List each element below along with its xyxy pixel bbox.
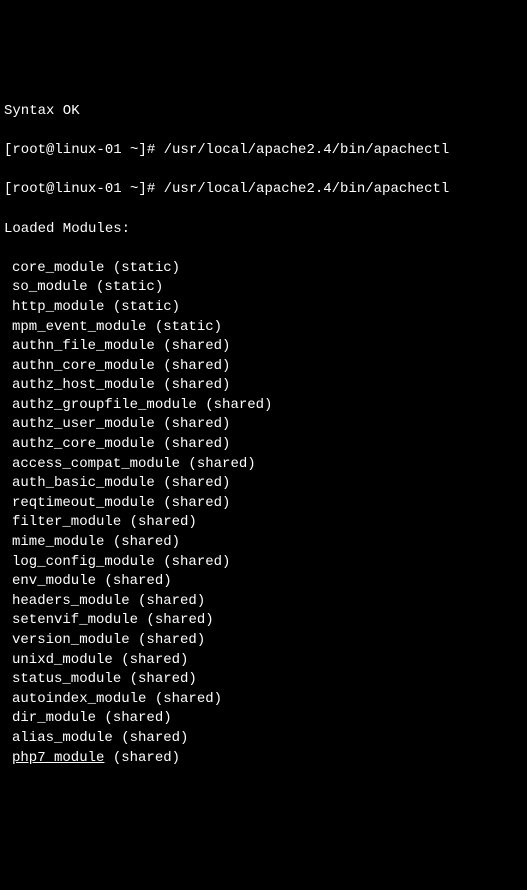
- module-name: core_module: [12, 260, 104, 276]
- module-name: access_compat_module: [12, 456, 180, 472]
- module-row: version_module (shared): [4, 631, 523, 651]
- module-row: log_config_module (shared): [4, 553, 523, 573]
- module-row: unixd_module (shared): [4, 651, 523, 671]
- module-row: authn_file_module (shared): [4, 337, 523, 357]
- prompt-line-1: [root@linux-01 ~]# /usr/local/apache2.4/…: [4, 141, 523, 161]
- module-row: headers_module (shared): [4, 592, 523, 612]
- module-name: autoindex_module: [12, 691, 146, 707]
- module-name: php7_module: [12, 750, 104, 766]
- module-name: http_module: [12, 299, 104, 315]
- module-type: (static): [146, 319, 222, 335]
- module-name: authz_groupfile_module: [12, 397, 197, 413]
- module-type: (shared): [138, 612, 214, 628]
- module-row: mpm_event_module (static): [4, 318, 523, 338]
- module-row: authz_groupfile_module (shared): [4, 396, 523, 416]
- module-row: mime_module (shared): [4, 533, 523, 553]
- module-name: log_config_module: [12, 554, 155, 570]
- module-type: (shared): [155, 495, 231, 511]
- module-name: authn_core_module: [12, 358, 155, 374]
- module-type: (shared): [104, 534, 180, 550]
- module-type: (shared): [155, 377, 231, 393]
- module-name: auth_basic_module: [12, 475, 155, 491]
- module-name: authz_user_module: [12, 416, 155, 432]
- module-name: mime_module: [12, 534, 104, 550]
- module-row: setenvif_module (shared): [4, 611, 523, 631]
- module-name: unixd_module: [12, 652, 113, 668]
- module-row: autoindex_module (shared): [4, 690, 523, 710]
- module-type: (shared): [155, 554, 231, 570]
- module-type: (static): [104, 299, 180, 315]
- module-type: (shared): [197, 397, 273, 413]
- module-type: (static): [104, 260, 180, 276]
- module-type: (shared): [155, 338, 231, 354]
- module-type: (shared): [113, 730, 189, 746]
- module-name: reqtimeout_module: [12, 495, 155, 511]
- module-name: filter_module: [12, 514, 121, 530]
- module-row: auth_basic_module (shared): [4, 474, 523, 494]
- module-row: env_module (shared): [4, 572, 523, 592]
- module-row: so_module (static): [4, 278, 523, 298]
- module-row: authz_core_module (shared): [4, 435, 523, 455]
- module-type: (shared): [130, 593, 206, 609]
- module-name: authz_host_module: [12, 377, 155, 393]
- module-name: authz_core_module: [12, 436, 155, 452]
- module-row: alias_module (shared): [4, 729, 523, 749]
- module-type: (shared): [121, 671, 197, 687]
- module-row: status_module (shared): [4, 670, 523, 690]
- module-name: setenvif_module: [12, 612, 138, 628]
- module-type: (shared): [130, 632, 206, 648]
- module-row: reqtimeout_module (shared): [4, 494, 523, 514]
- module-type: (shared): [146, 691, 222, 707]
- syntax-ok-line: Syntax OK: [4, 102, 523, 122]
- module-row: http_module (static): [4, 298, 523, 318]
- module-row: core_module (static): [4, 259, 523, 279]
- module-name: version_module: [12, 632, 130, 648]
- module-row: authz_user_module (shared): [4, 415, 523, 435]
- module-row: access_compat_module (shared): [4, 455, 523, 475]
- module-type: (shared): [155, 416, 231, 432]
- module-name: mpm_event_module: [12, 319, 146, 335]
- module-name: dir_module: [12, 710, 96, 726]
- module-row: php7_module (shared): [4, 749, 523, 769]
- loaded-modules-header: Loaded Modules:: [4, 220, 523, 240]
- module-type: (shared): [96, 710, 172, 726]
- module-name: authn_file_module: [12, 338, 155, 354]
- module-name: env_module: [12, 573, 96, 589]
- module-type: (shared): [180, 456, 256, 472]
- prompt-line-2: [root@linux-01 ~]# /usr/local/apache2.4/…: [4, 180, 523, 200]
- module-type: (static): [88, 279, 164, 295]
- module-type: (shared): [155, 436, 231, 452]
- module-row: dir_module (shared): [4, 709, 523, 729]
- module-name: alias_module: [12, 730, 113, 746]
- module-name: status_module: [12, 671, 121, 687]
- module-name: so_module: [12, 279, 88, 295]
- module-row: filter_module (shared): [4, 513, 523, 533]
- terminal-output: Syntax OK [root@linux-01 ~]# /usr/local/…: [4, 82, 523, 787]
- module-row: authz_host_module (shared): [4, 376, 523, 396]
- module-type: (shared): [96, 573, 172, 589]
- module-type: (shared): [121, 514, 197, 530]
- module-type: (shared): [113, 652, 189, 668]
- module-type: (shared): [155, 358, 231, 374]
- module-type: (shared): [155, 475, 231, 491]
- module-row: authn_core_module (shared): [4, 357, 523, 377]
- module-list: core_module (static)so_module (static)ht…: [4, 259, 523, 768]
- module-name: headers_module: [12, 593, 130, 609]
- module-type: (shared): [104, 750, 180, 766]
